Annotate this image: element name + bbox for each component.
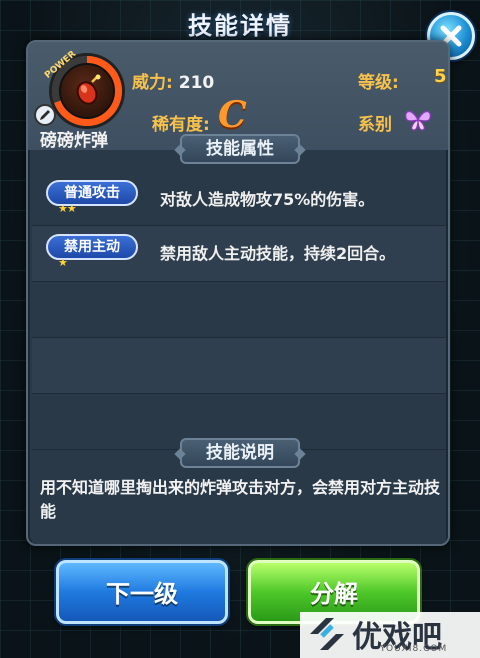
power-stat: 威力: 210	[132, 68, 214, 93]
pen-icon	[34, 104, 56, 126]
level-stat: 等级:	[358, 68, 399, 93]
rarity-key: 稀有度:	[152, 115, 210, 135]
series-key: 系别	[358, 115, 392, 135]
attributes-section-title: 技能属性	[180, 134, 300, 164]
attribute-stars-1: ★★	[58, 202, 77, 215]
skill-name: 磅磅炸弹	[40, 131, 108, 151]
table-row	[32, 282, 446, 338]
skill-panel: POWER 磅磅炸弹 威力: 210 稀有度: C 等级: 5 系别 技能属性 …	[26, 40, 450, 546]
level-value: 5	[434, 66, 447, 87]
butterfly-icon	[405, 110, 431, 131]
attribute-desc-1: 对敌人造成物攻75%的伤害。	[160, 190, 375, 209]
rarity-stat: 稀有度:	[152, 110, 210, 135]
series-stat: 系别	[358, 110, 392, 135]
attribute-rows	[32, 170, 446, 450]
skill-description: 用不知道哪里掏出来的炸弹攻击对方，会禁用对方主动技能	[40, 478, 441, 521]
dialog-title: 技能详情	[188, 12, 292, 40]
attribute-stars-2: ★	[58, 256, 68, 269]
table-row	[32, 338, 446, 394]
next-level-button[interactable]: 下一级	[56, 560, 228, 624]
level-key: 等级:	[358, 73, 399, 93]
watermark-logo-icon	[310, 618, 344, 650]
description-section-title: 技能说明	[180, 438, 300, 468]
bomb-icon	[59, 63, 115, 119]
watermark-url: YOUXI8.COM	[380, 644, 448, 654]
power-value: 210	[178, 73, 215, 93]
attribute-desc-2: 禁用敌人主动技能，持续2回合。	[160, 244, 396, 263]
power-key: 威力:	[132, 73, 173, 93]
rarity-value: C	[218, 94, 247, 136]
